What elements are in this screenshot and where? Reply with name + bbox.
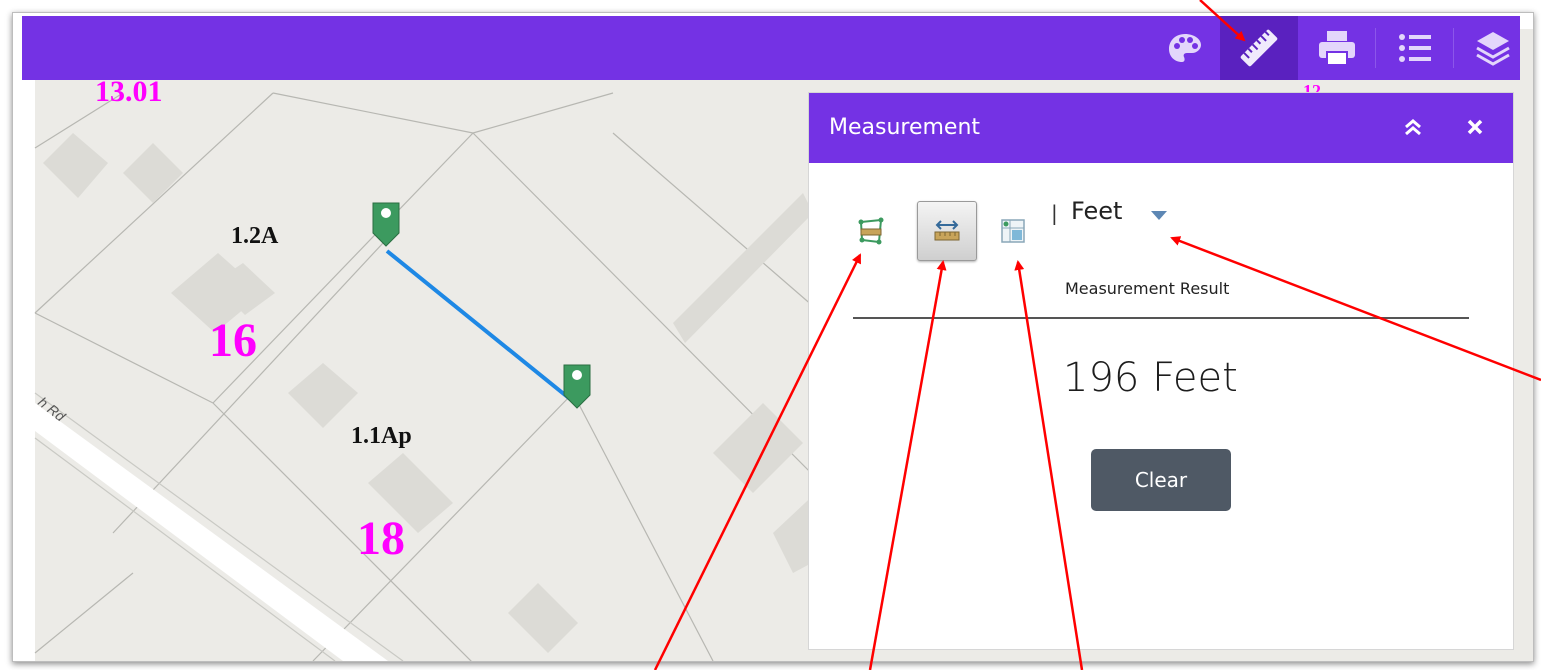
parcel-label-1-2a: 1.2A [231,223,279,249]
palette-icon[interactable] [1146,16,1224,80]
result-label: Measurement Result [1065,279,1230,298]
distance-tool-icon[interactable] [917,201,977,261]
layers-icon[interactable] [1454,16,1532,80]
result-divider [853,317,1469,319]
unit-separator: | [1051,201,1058,225]
parcel-label-1-1ap: 1.1Ap [351,423,412,449]
panel-header: Measurement [809,93,1513,163]
top-toolbar [22,16,1520,80]
parcel-label-top: 13.01 [95,75,163,108]
area-tool-icon[interactable] [851,211,891,251]
caret-down-icon[interactable] [1151,211,1167,220]
double-chevron-up-icon[interactable] [1395,109,1431,145]
parcel-number-18: 18 [357,512,405,565]
list-icon[interactable] [1376,16,1454,80]
result-value: 196 Feet [1063,355,1238,401]
location-tool-icon[interactable] [993,211,1033,251]
panel-title: Measurement [829,115,981,140]
close-icon[interactable] [1457,109,1493,145]
printer-icon[interactable] [1298,16,1376,80]
ruler-icon[interactable] [1220,16,1298,80]
measurement-panel: Measurement | Feet Measurement Result 19… [808,92,1514,650]
parcel-number-16: 16 [209,314,257,367]
clear-button[interactable]: Clear [1091,449,1231,511]
unit-dropdown[interactable]: Feet [1071,197,1122,225]
